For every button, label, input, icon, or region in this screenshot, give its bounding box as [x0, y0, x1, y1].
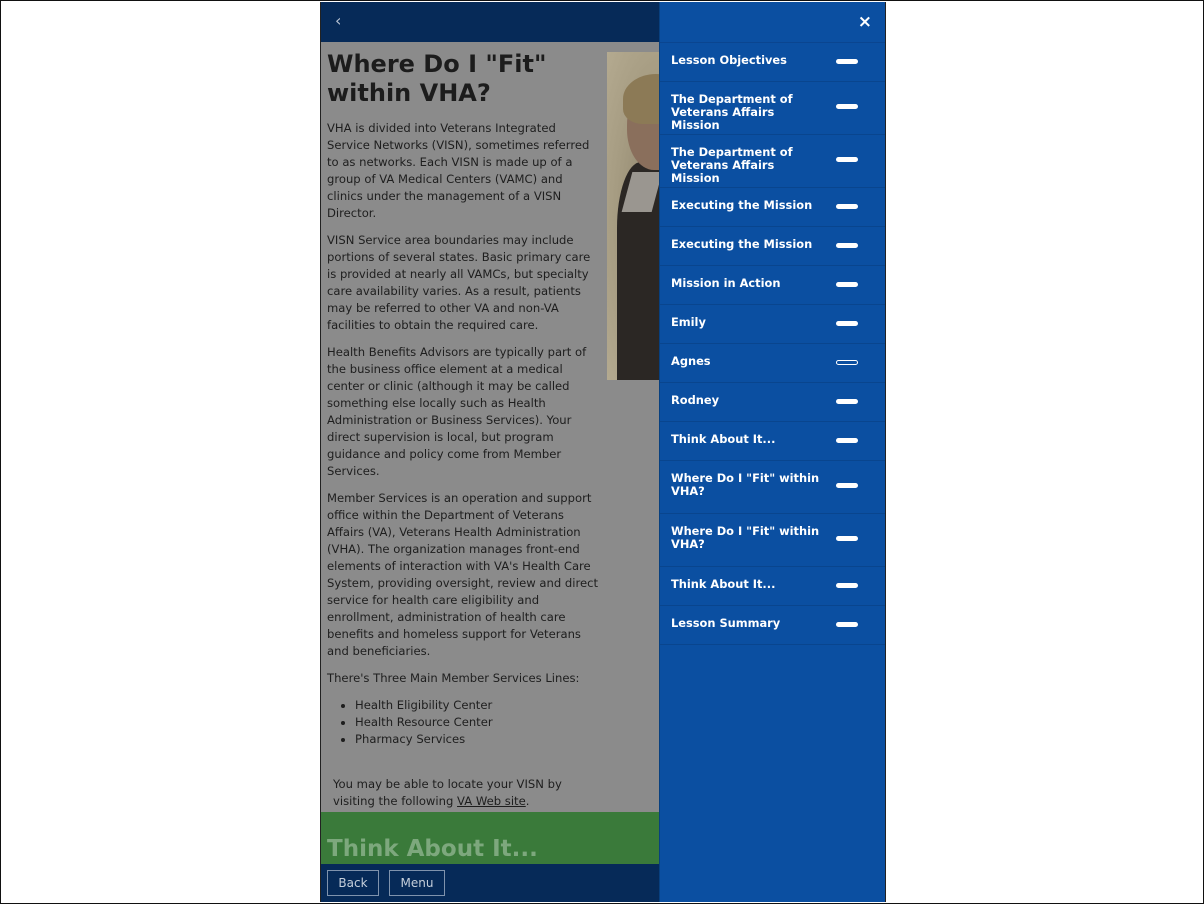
back-button[interactable]: Back [327, 870, 379, 896]
page-title: Where Do I "Fit" within VHA? [327, 50, 547, 107]
menu-button[interactable]: Menu [389, 870, 445, 896]
menu-item-executing-mission-2[interactable]: Executing the Mission [660, 227, 885, 266]
menu-item-lesson-objectives[interactable]: Lesson Objectives [660, 43, 885, 82]
article: Where Do I "Fit" within VHA? VHA is divi… [327, 50, 599, 814]
progress-indicator [836, 282, 858, 287]
menu-item-label: Emily [671, 315, 706, 329]
menu-item-label: Executing the Mission [671, 237, 813, 251]
menu-item-label: Agnes [671, 354, 711, 368]
progress-indicator [836, 204, 858, 209]
menu-item-mission-in-action[interactable]: Mission in Action [660, 266, 885, 305]
menu-item-label: Lesson Summary [671, 616, 781, 630]
list-item: Pharmacy Services [355, 731, 599, 748]
paragraph: Member Services is an operation and supp… [327, 491, 599, 658]
menu-item-label: Executing the Mission [671, 198, 813, 212]
menu-item-label: Think About It... [671, 432, 776, 446]
menu-item-label: Where Do I "Fit" within VHA? [671, 524, 820, 551]
va-web-site-link[interactable]: VA Web site [457, 794, 526, 808]
menu-item-executing-mission-1[interactable]: Executing the Mission [660, 188, 885, 227]
progress-indicator [836, 399, 858, 404]
next-section-band: Think About It... [321, 812, 659, 864]
visn-note: You may be able to locate your VISN by v… [327, 776, 599, 810]
lesson-content: Where Do I "Fit" within VHA? VHA is divi… [321, 42, 659, 814]
progress-indicator [836, 59, 858, 64]
paragraph: VHA is divided into Veterans Integrated … [327, 121, 590, 220]
instructor-photo [607, 52, 659, 380]
menu-item-label: Lesson Objectives [671, 53, 787, 67]
menu-item-fit-within-vha-2[interactable]: Where Do I "Fit" within VHA? [660, 514, 885, 567]
menu-item-label: Mission in Action [671, 276, 781, 290]
bottom-bar: Back Menu [321, 864, 659, 902]
menu-item-think-about-it-1[interactable]: Think About It... [660, 422, 885, 461]
menu-item-agnes[interactable]: Agnes [660, 344, 885, 383]
progress-indicator [836, 321, 858, 326]
list-item: Health Eligibility Center [355, 697, 599, 714]
progress-indicator [836, 438, 858, 443]
next-section-title: Think About It... [327, 836, 538, 862]
menu-item-emily[interactable]: Emily [660, 305, 885, 344]
menu-item-lesson-summary[interactable]: Lesson Summary [660, 606, 885, 645]
course-player: ‹ Where Do I "Fit" within VHA? VHA is di… [320, 2, 886, 902]
menu-item-va-mission-2[interactable]: The Department of Veterans Affairs Missi… [660, 135, 885, 188]
visn-note-suffix: . [525, 794, 530, 808]
chevron-left-icon[interactable]: ‹ [335, 11, 351, 31]
menu-item-label: Rodney [671, 393, 720, 407]
progress-indicator [836, 483, 858, 488]
service-lines-list: Health Eligibility Center Health Resourc… [327, 697, 599, 748]
menu-item-rodney[interactable]: Rodney [660, 383, 885, 422]
progress-indicator [836, 360, 858, 365]
progress-indicator [836, 243, 858, 248]
paragraph: Health Benefits Advisors are typically p… [327, 345, 587, 478]
lesson-menu-panel: × Lesson Objectives The Department of Ve… [659, 2, 885, 902]
menu-item-think-about-it-2[interactable]: Think About It... [660, 567, 885, 606]
paragraph: There's Three Main Member Services Lines… [327, 671, 580, 685]
progress-indicator [836, 536, 858, 541]
top-bar: ‹ [321, 2, 659, 42]
progress-indicator [836, 104, 858, 109]
menu-item-va-mission-1[interactable]: The Department of Veterans Affairs Missi… [660, 82, 885, 135]
menu-header: × [660, 2, 885, 43]
progress-indicator [836, 157, 858, 162]
menu-item-label: Where Do I "Fit" within VHA? [671, 471, 820, 498]
menu-item-label: The Department of Veterans Affairs Missi… [671, 145, 793, 185]
menu-item-label: The Department of Veterans Affairs Missi… [671, 92, 793, 132]
progress-indicator [836, 583, 858, 588]
close-icon[interactable]: × [858, 12, 872, 32]
list-item: Health Resource Center [355, 714, 599, 731]
menu-item-label: Think About It... [671, 577, 776, 591]
paragraph: VISN Service area boundaries may include… [327, 233, 591, 332]
menu-item-fit-within-vha-1[interactable]: Where Do I "Fit" within VHA? [660, 461, 885, 514]
progress-indicator [836, 622, 858, 627]
